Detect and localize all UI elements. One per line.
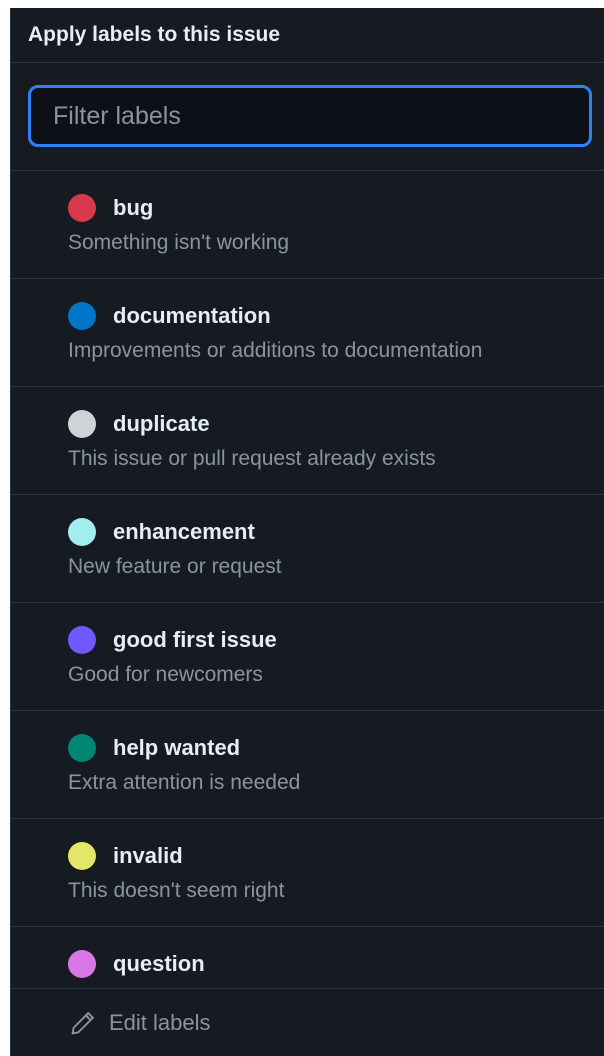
label-description: Improvements or additions to documentati… xyxy=(68,339,483,362)
label-description: Extra attention is needed xyxy=(68,771,301,794)
edit-labels-text: Edit labels xyxy=(109,1009,211,1035)
edit-labels-button[interactable]: Edit labels xyxy=(11,988,604,1056)
label-color-swatch xyxy=(68,518,96,546)
label-description: Something isn't working xyxy=(68,231,290,254)
label-color-swatch xyxy=(68,842,96,870)
label-name: documentation xyxy=(113,303,271,328)
label-name: bug xyxy=(113,195,154,220)
label-list: bug Something isn't working documentatio… xyxy=(11,171,604,1035)
label-description: This issue or pull request already exist… xyxy=(68,447,436,470)
label-color-swatch xyxy=(68,410,96,438)
dropdown-header: Apply labels to this issue xyxy=(11,8,604,63)
filter-labels-input[interactable] xyxy=(28,85,592,147)
pencil-icon xyxy=(69,1009,97,1037)
label-color-swatch xyxy=(68,626,96,654)
label-item-help-wanted[interactable]: help wanted Extra attention is needed xyxy=(11,711,604,819)
label-name: invalid xyxy=(113,843,183,868)
labels-dropdown-panel: Apply labels to this issue bug Something… xyxy=(10,8,604,1056)
label-description: This doesn't seem right xyxy=(68,879,285,902)
dropdown-title: Apply labels to this issue xyxy=(28,23,281,46)
label-name: question xyxy=(113,951,205,976)
label-name: enhancement xyxy=(113,519,255,544)
label-description: New feature or request xyxy=(68,555,282,578)
label-color-swatch xyxy=(68,734,96,762)
label-color-swatch xyxy=(68,194,96,222)
label-item-documentation[interactable]: documentation Improvements or additions … xyxy=(11,279,604,387)
label-item-duplicate[interactable]: duplicate This issue or pull request alr… xyxy=(11,387,604,495)
label-name: help wanted xyxy=(113,735,241,760)
label-color-swatch xyxy=(68,302,96,330)
label-item-enhancement[interactable]: enhancement New feature or request xyxy=(11,495,604,603)
label-name: duplicate xyxy=(113,411,210,436)
label-color-swatch xyxy=(68,950,96,978)
label-item-invalid[interactable]: invalid This doesn't seem right xyxy=(11,819,604,927)
label-item-good-first-issue[interactable]: good first issue Good for newcomers xyxy=(11,603,604,711)
label-name: good first issue xyxy=(113,627,277,652)
label-description: Good for newcomers xyxy=(68,663,263,686)
filter-container xyxy=(11,63,604,171)
label-item-bug[interactable]: bug Something isn't working xyxy=(11,171,604,279)
